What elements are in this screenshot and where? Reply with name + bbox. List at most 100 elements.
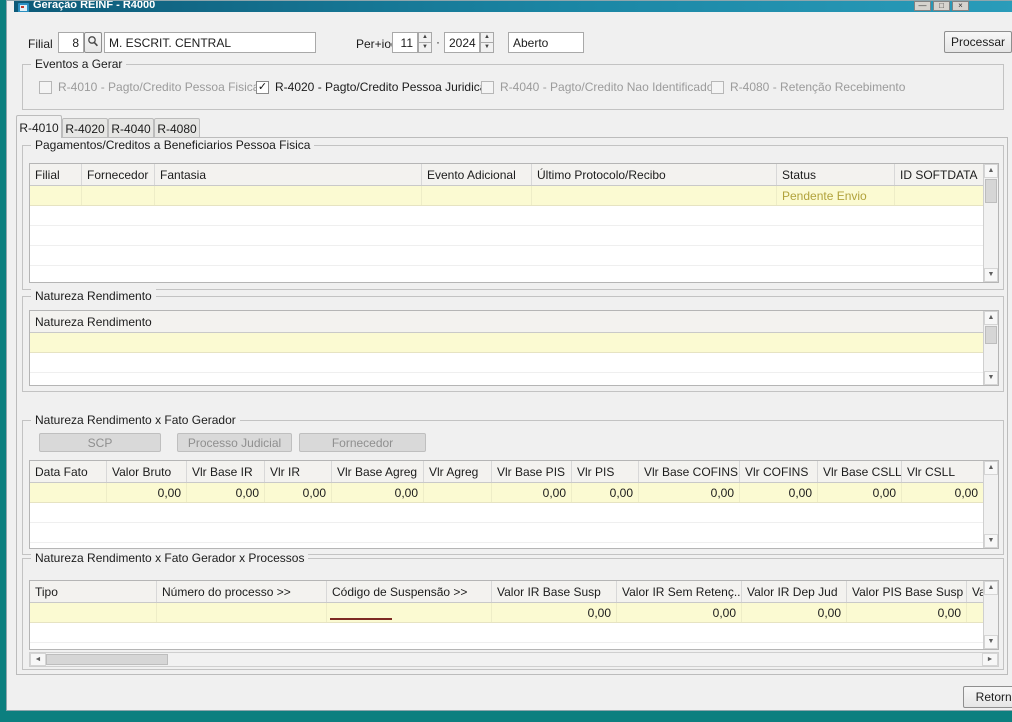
col-tipo[interactable]: Tipo bbox=[30, 581, 157, 602]
col-vlr-pis[interactable]: Vlr PIS bbox=[572, 461, 639, 482]
checkbox-r4040[interactable]: R-4040 - Pagto/Credito Nao Identificado bbox=[481, 80, 713, 94]
scroll-up-icon[interactable]: ▲ bbox=[984, 461, 998, 475]
month-spin-down-icon[interactable]: ▼ bbox=[418, 42, 432, 53]
col-fornecedor[interactable]: Fornecedor bbox=[82, 164, 155, 185]
checkbox-r4010-box[interactable] bbox=[39, 80, 52, 94]
cell-truncated[interactable] bbox=[967, 603, 983, 622]
col-status[interactable]: Status bbox=[777, 164, 895, 185]
col-filial[interactable]: Filial bbox=[30, 164, 82, 185]
col-vlr-ir[interactable]: Vlr IR bbox=[265, 461, 332, 482]
filial-name-field[interactable]: M. ESCRIT. CENTRAL bbox=[104, 32, 316, 53]
cell-vlr-base-csll[interactable]: 0,00 bbox=[818, 483, 902, 502]
col-evento-adicional[interactable]: Evento Adicional bbox=[422, 164, 532, 185]
processos-vscrollbar[interactable]: ▲ ▼ bbox=[983, 581, 998, 649]
scroll-down-icon[interactable]: ▼ bbox=[984, 635, 998, 649]
cell-valor-bruto[interactable]: 0,00 bbox=[107, 483, 187, 502]
col-valor-pis-base-susp[interactable]: Valor PIS Base Susp bbox=[847, 581, 967, 602]
col-vlr-base-ir[interactable]: Vlr Base IR bbox=[187, 461, 265, 482]
checkbox-r4080[interactable]: R-4080 - Retenção Recebimento bbox=[711, 80, 905, 94]
cell-vlr-pis[interactable]: 0,00 bbox=[572, 483, 639, 502]
cell-vlr-base-cofins[interactable]: 0,00 bbox=[639, 483, 740, 502]
filial-search-button[interactable] bbox=[84, 32, 102, 53]
scroll-left-icon[interactable]: ◄ bbox=[30, 653, 46, 666]
cell-natureza-rendimento[interactable] bbox=[30, 333, 983, 352]
col-numero-processo[interactable]: Número do processo >> bbox=[157, 581, 327, 602]
processar-button[interactable]: Processar bbox=[944, 31, 1012, 53]
checkbox-r4040-box[interactable] bbox=[481, 80, 494, 94]
retornar-button[interactable]: Retornar bbox=[963, 686, 1012, 708]
scroll-down-icon[interactable]: ▼ bbox=[984, 371, 998, 385]
cell-fornecedor[interactable] bbox=[82, 186, 155, 205]
cell-data-fato[interactable] bbox=[30, 483, 107, 502]
col-vlr-base-agreg[interactable]: Vlr Base Agreg bbox=[332, 461, 424, 482]
cell-vlr-cofins[interactable]: 0,00 bbox=[740, 483, 818, 502]
cell-vlr-agreg[interactable] bbox=[424, 483, 492, 502]
fato-vscrollbar[interactable]: ▲ ▼ bbox=[983, 461, 998, 548]
scrollbar-thumb[interactable] bbox=[985, 179, 997, 203]
cell-vlr-csll[interactable]: 0,00 bbox=[902, 483, 983, 502]
scrollbar-thumb[interactable] bbox=[985, 326, 997, 344]
checkbox-r4020-box[interactable]: ✓ bbox=[256, 80, 269, 94]
minimize-button[interactable]: — bbox=[914, 1, 931, 11]
hscrollbar-thumb[interactable] bbox=[46, 654, 168, 665]
checkbox-r4010[interactable]: R-4010 - Pagto/Credito Pessoa Fisica bbox=[39, 80, 259, 94]
checkbox-r4080-box[interactable] bbox=[711, 80, 724, 94]
periodo-month-input[interactable]: 11 bbox=[392, 32, 418, 53]
fornecedor-estrangeiro-button[interactable]: Fornecedor Estrangeiro bbox=[299, 433, 426, 452]
cell-valor-ir-dep-jud[interactable]: 0,00 bbox=[742, 603, 847, 622]
cell-ultimo-protocolo[interactable] bbox=[532, 186, 777, 205]
col-ultimo-protocolo[interactable]: Último Protocolo/Recibo bbox=[532, 164, 777, 185]
col-vlr-base-cofins[interactable]: Vlr Base COFINS bbox=[639, 461, 740, 482]
scroll-right-icon[interactable]: ► bbox=[982, 653, 998, 666]
cell-numero-processo[interactable] bbox=[157, 603, 327, 622]
cell-valor-ir-base-susp[interactable]: 0,00 bbox=[492, 603, 617, 622]
cell-evento-adicional[interactable] bbox=[422, 186, 532, 205]
col-truncated[interactable]: Va bbox=[967, 581, 983, 602]
cell-filial[interactable] bbox=[30, 186, 82, 205]
pagamentos-row[interactable]: Pendente Envio bbox=[30, 186, 998, 206]
col-valor-bruto[interactable]: Valor Bruto bbox=[107, 461, 187, 482]
tab-r4020[interactable]: R-4020 bbox=[62, 118, 108, 138]
col-fantasia[interactable]: Fantasia bbox=[155, 164, 422, 185]
col-vlr-csll[interactable]: Vlr CSLL bbox=[902, 461, 983, 482]
tab-r4080[interactable]: R-4080 bbox=[154, 118, 200, 138]
filial-code-input[interactable]: 8 bbox=[58, 32, 84, 53]
cell-vlr-base-agreg[interactable]: 0,00 bbox=[332, 483, 424, 502]
col-data-fato[interactable]: Data Fato bbox=[30, 461, 107, 482]
processos-row[interactable]: 0,00 0,00 0,00 0,00 bbox=[30, 603, 998, 623]
cell-status[interactable]: Pendente Envio bbox=[777, 186, 895, 205]
col-vlr-base-csll[interactable]: Vlr Base CSLL bbox=[818, 461, 902, 482]
scroll-down-icon[interactable]: ▼ bbox=[984, 268, 998, 282]
tab-r4010[interactable]: R-4010 bbox=[16, 115, 62, 138]
cell-valor-ir-sem-retenc[interactable]: 0,00 bbox=[617, 603, 742, 622]
checkbox-r4020[interactable]: ✓ R-4020 - Pagto/Credito Pessoa Juridica bbox=[256, 80, 486, 94]
processos-hscrollbar[interactable]: ◄ ► bbox=[29, 652, 999, 667]
col-natureza-rendimento[interactable]: Natureza Rendimento bbox=[30, 311, 983, 332]
processo-judicial-button[interactable]: Processo Judicial bbox=[177, 433, 292, 452]
periodo-status-field[interactable]: Aberto bbox=[508, 32, 584, 53]
scroll-up-icon[interactable]: ▲ bbox=[984, 311, 998, 325]
cell-vlr-base-ir[interactable]: 0,00 bbox=[187, 483, 265, 502]
cell-codigo-suspensao[interactable] bbox=[327, 603, 492, 622]
col-valor-ir-sem-retenc[interactable]: Valor IR Sem Retenç... bbox=[617, 581, 742, 602]
col-valor-ir-base-susp[interactable]: Valor IR Base Susp bbox=[492, 581, 617, 602]
natureza-row[interactable] bbox=[30, 333, 998, 353]
pagamentos-vscrollbar[interactable]: ▲ ▼ bbox=[983, 164, 998, 282]
periodo-year-input[interactable]: 2024 bbox=[444, 32, 480, 53]
year-spin-down-icon[interactable]: ▼ bbox=[480, 42, 494, 53]
natureza-vscrollbar[interactable]: ▲ ▼ bbox=[983, 311, 998, 385]
col-vlr-cofins[interactable]: Vlr COFINS bbox=[740, 461, 818, 482]
col-vlr-agreg[interactable]: Vlr Agreg bbox=[424, 461, 492, 482]
scroll-down-icon[interactable]: ▼ bbox=[984, 534, 998, 548]
cell-vlr-ir[interactable]: 0,00 bbox=[265, 483, 332, 502]
col-valor-ir-dep-jud[interactable]: Valor IR Dep Jud bbox=[742, 581, 847, 602]
col-id-softdata[interactable]: ID SOFTDATA bbox=[895, 164, 983, 185]
tab-r4040[interactable]: R-4040 bbox=[108, 118, 154, 138]
col-vlr-base-pis[interactable]: Vlr Base PIS bbox=[492, 461, 572, 482]
scp-button[interactable]: SCP bbox=[39, 433, 161, 452]
cell-valor-pis-base-susp[interactable]: 0,00 bbox=[847, 603, 967, 622]
scroll-up-icon[interactable]: ▲ bbox=[984, 164, 998, 178]
fato-row[interactable]: 0,00 0,00 0,00 0,00 0,00 0,00 0,00 0,00 … bbox=[30, 483, 998, 503]
cell-tipo[interactable] bbox=[30, 603, 157, 622]
cell-id-softdata[interactable] bbox=[895, 186, 983, 205]
